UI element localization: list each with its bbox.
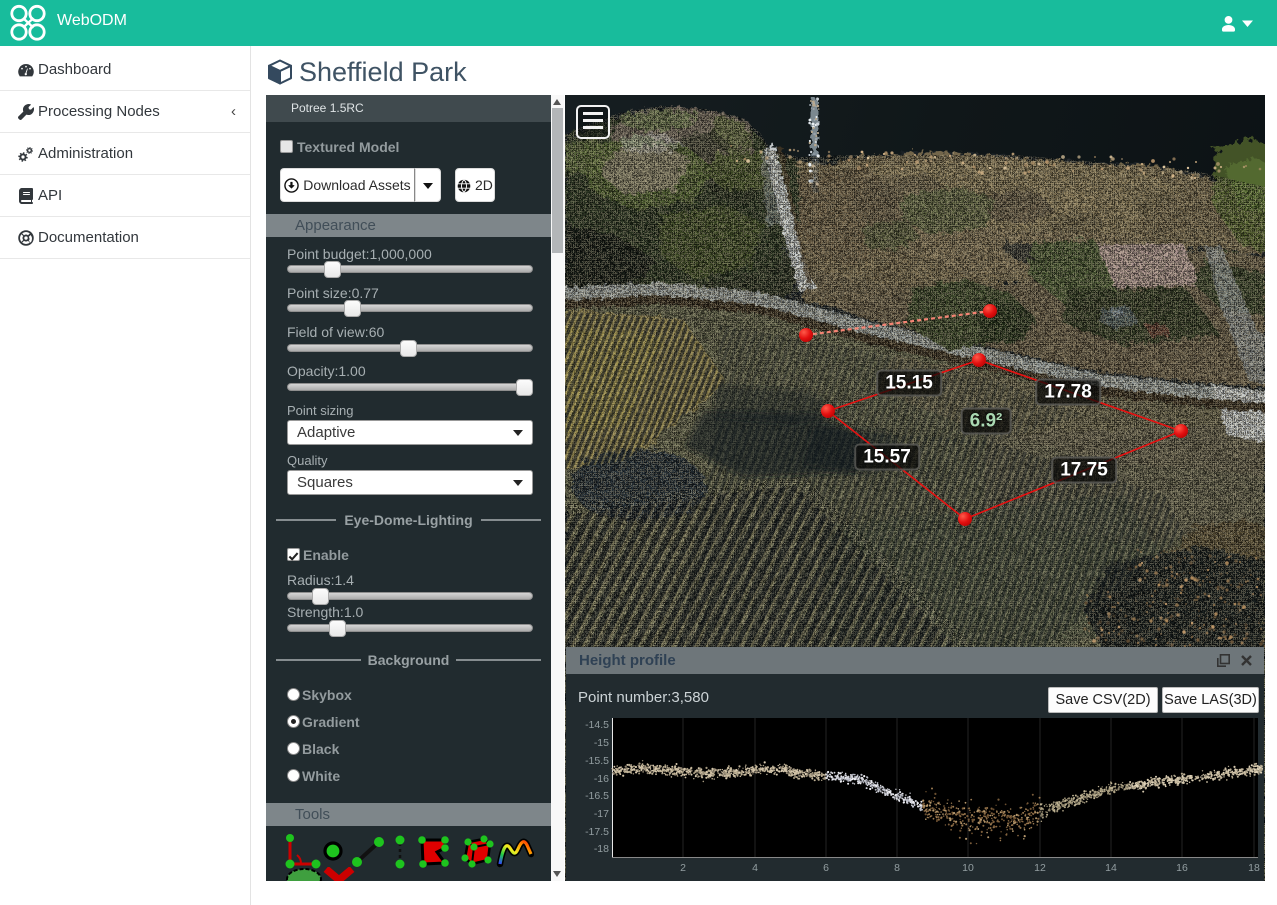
svg-text:-17: -17 [594, 808, 609, 820]
svg-text:-16.5: -16.5 [585, 790, 609, 802]
svg-text:6: 6 [823, 862, 829, 873]
svg-text:12: 12 [1034, 862, 1046, 873]
svg-text:-16: -16 [594, 773, 609, 785]
svg-text:-14.5: -14.5 [585, 719, 609, 731]
svg-text:8: 8 [894, 862, 900, 873]
svg-text:-15: -15 [594, 737, 609, 749]
svg-text:2: 2 [680, 862, 686, 873]
svg-text:-15.5: -15.5 [585, 755, 609, 767]
svg-text:-18: -18 [594, 843, 609, 855]
svg-text:14: 14 [1105, 862, 1117, 873]
svg-text:10: 10 [962, 862, 974, 873]
svg-text:4: 4 [752, 862, 758, 873]
svg-text:18: 18 [1248, 862, 1260, 873]
svg-text:16: 16 [1176, 862, 1188, 873]
svg-text:-17.5: -17.5 [585, 826, 609, 838]
